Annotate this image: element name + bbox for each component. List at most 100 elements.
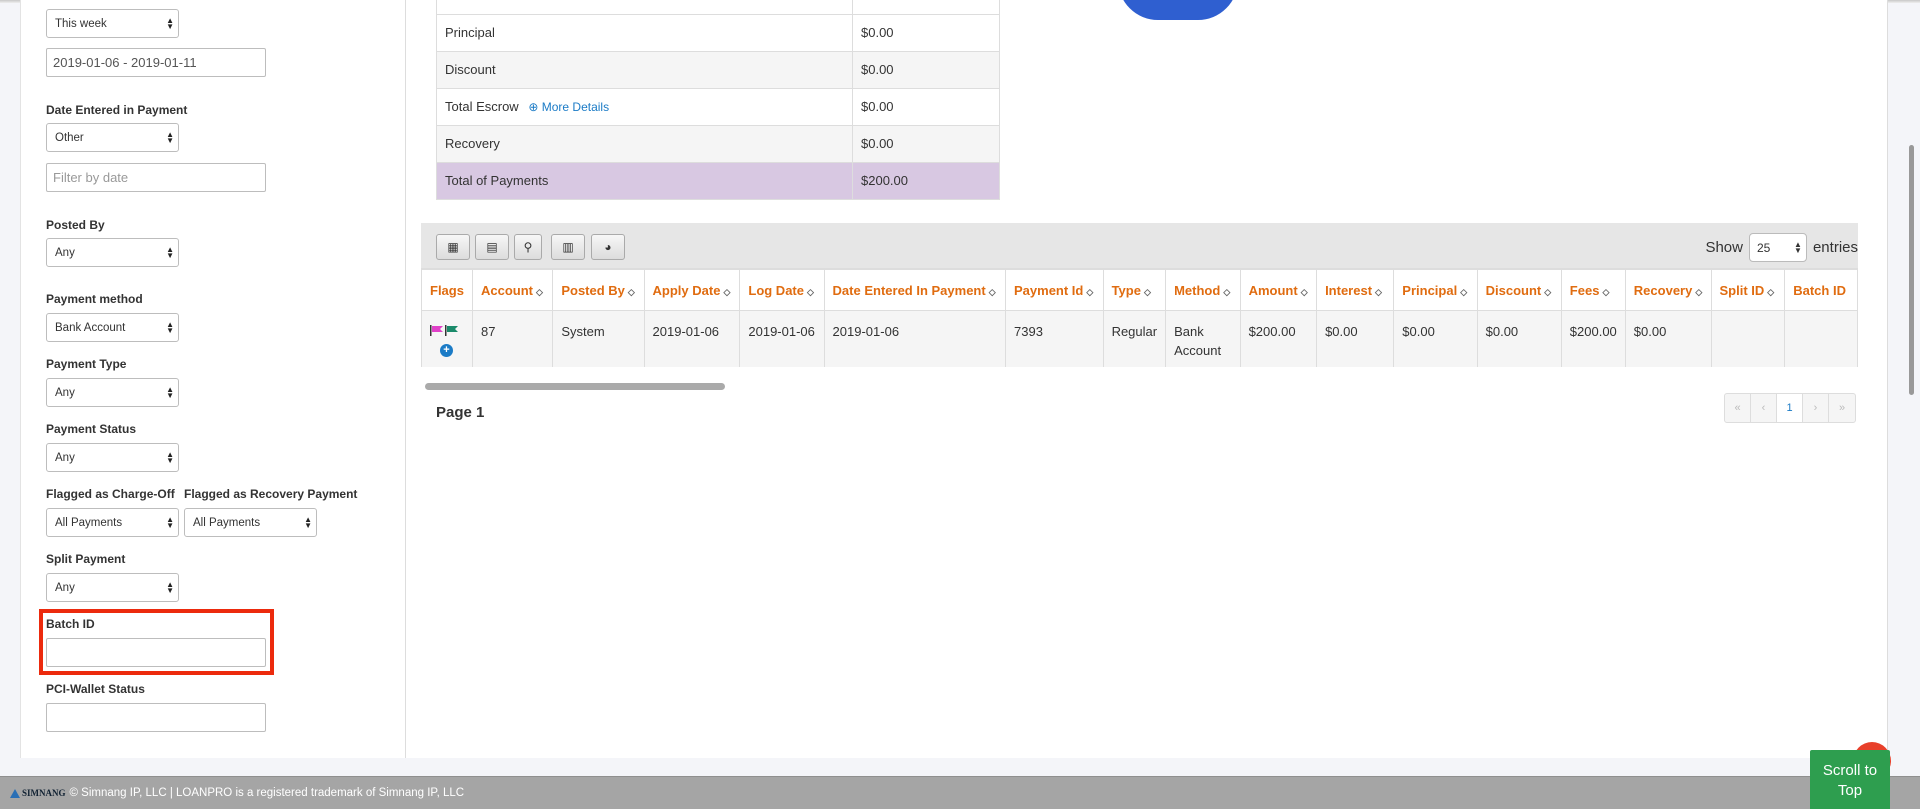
cell-fees: $200.00 — [1560, 310, 1626, 367]
col-flags[interactable]: Flags — [421, 269, 473, 311]
logo-text: SIMNANG — [22, 788, 66, 798]
flag-icon[interactable] — [445, 322, 459, 336]
payment-method-select[interactable]: Bank Account ▲ ▼ — [46, 313, 179, 342]
recovery-payment-select[interactable]: All Payments ▲ ▼ — [184, 508, 317, 537]
date-entered-label: Date Entered in Payment — [46, 103, 188, 117]
payment-type-select-value: Any — [55, 387, 75, 399]
summary-total-row: Total of Payments $200.00 — [436, 161, 1000, 200]
footer: SIMNANG © Simnang IP, LLC | LOANPRO is a… — [0, 776, 1920, 809]
page-1-button[interactable]: 1 — [1777, 394, 1803, 422]
grid-toolbar: ▦ ▤ ⚲ ▥ ◕ Show 25 ▲ ▼ entries — [421, 223, 1858, 269]
sort-icon: ◇ — [535, 286, 543, 297]
cell-discount: $0.00 — [1476, 310, 1562, 367]
select-arrows-icon: ▲ ▼ — [1794, 240, 1802, 255]
col-date-entered[interactable]: Date Entered In Payment ◇ — [823, 269, 1007, 311]
summary-row: Principal $0.00 — [436, 13, 1000, 52]
cell-batch-id — [1784, 310, 1858, 367]
first-page-button[interactable]: « — [1725, 394, 1751, 422]
cell-principal: $0.00 — [1393, 310, 1478, 367]
date-range-input[interactable]: 2019-01-06 - 2019-01-11 — [46, 48, 266, 77]
split-payment-select-value: Any — [55, 582, 75, 594]
entries-label: entries — [1812, 239, 1858, 256]
col-discount[interactable]: Discount ◇ — [1476, 269, 1562, 311]
col-principal[interactable]: Principal ◇ — [1393, 269, 1478, 311]
cell-apply-date: 2019-01-06 — [643, 310, 741, 367]
scroll-to-top-button[interactable]: Scroll to Top — [1810, 750, 1890, 809]
batch-id-label: Batch ID — [46, 617, 95, 631]
date-range-select[interactable]: This week ▲ ▼ — [46, 9, 179, 38]
sort-icon: ◇ — [627, 286, 635, 297]
payment-method-label: Payment method — [46, 292, 143, 306]
payments-grid: Flags Account ◇ Posted By ◇ Apply Date ◇ Lo… — [421, 269, 1858, 367]
payments-table: Flags Account ◇ Posted By ◇ Apply Date ◇ Lo… — [421, 269, 1858, 367]
summary-value: $200.00 — [852, 161, 1000, 200]
sort-icon: ◇ — [1143, 286, 1151, 297]
summary-label-cell: Total Escrow ⊕ More Details — [436, 87, 853, 126]
date-filter-input[interactable]: Filter by date — [46, 163, 266, 192]
posted-by-select-value: Any — [55, 247, 75, 259]
cell-method: Bank Account — [1165, 310, 1241, 367]
col-fees[interactable]: Fees ◇ — [1560, 269, 1626, 311]
date-range-select-value: This week — [55, 18, 107, 30]
payment-status-select-value: Any — [55, 452, 75, 464]
column-label: Type — [1111, 282, 1141, 298]
entries-select[interactable]: 25 ▲ ▼ — [1748, 233, 1807, 262]
summary-value: $0.00 — [852, 87, 1000, 126]
col-account[interactable]: Account ◇ — [471, 269, 554, 311]
map-marker-icon: ⚲ — [523, 240, 533, 254]
sort-icon: ◇ — [1695, 286, 1703, 297]
select-arrows-icon: ▲ ▼ — [166, 130, 174, 145]
book-view-button[interactable]: ▤ — [475, 234, 509, 260]
summary-label: Total of Payments — [436, 161, 853, 200]
sort-icon: ◇ — [1375, 286, 1382, 297]
col-posted-by[interactable]: Posted By ◇ — [552, 269, 645, 311]
flag-icon[interactable] — [430, 322, 444, 336]
column-label: Interest — [1325, 282, 1373, 298]
col-amount[interactable]: Amount ◇ — [1239, 269, 1318, 311]
sort-icon: ◇ — [1460, 286, 1468, 297]
pci-wallet-input[interactable] — [46, 703, 266, 732]
split-payment-select[interactable]: Any ▲ ▼ — [46, 573, 179, 602]
col-apply-date[interactable]: Apply Date ◇ — [643, 269, 741, 311]
last-page-button[interactable]: » — [1829, 394, 1855, 422]
page-label: Page 1 — [436, 404, 485, 421]
date-entered-select[interactable]: Other ▲ ▼ — [46, 123, 179, 152]
table-row[interactable]: + 87 System 2019-01-06 2019-01-06 2019-0… — [421, 310, 1858, 367]
prev-page-button[interactable]: ‹ — [1751, 394, 1777, 422]
posted-by-select[interactable]: Any ▲ ▼ — [46, 238, 179, 267]
logo-icon — [10, 788, 20, 798]
column-label: Posted By — [561, 282, 625, 298]
payment-type-select[interactable]: Any ▲ ▼ — [46, 378, 179, 407]
bar-chart-button[interactable]: ▥ — [551, 234, 585, 260]
col-recovery[interactable]: Recovery ◇ — [1624, 269, 1712, 311]
cell-account[interactable]: 87 — [471, 310, 554, 367]
sort-icon: ◇ — [1300, 286, 1308, 297]
horizontal-scrollbar[interactable] — [425, 383, 725, 390]
col-method[interactable]: Method ◇ — [1165, 269, 1241, 311]
vertical-scrollbar[interactable] — [1909, 145, 1914, 395]
add-flag-icon[interactable]: + — [440, 344, 453, 357]
column-label: Discount — [1485, 282, 1542, 298]
recovery-payment-select-value: All Payments — [193, 517, 261, 529]
next-page-button[interactable]: › — [1803, 394, 1829, 422]
charge-off-select[interactable]: All Payments ▲ ▼ — [46, 508, 179, 537]
column-label: Recovery — [1633, 282, 1693, 298]
col-interest[interactable]: Interest ◇ — [1316, 269, 1395, 311]
col-type[interactable]: Type ◇ — [1102, 269, 1167, 311]
col-payment-id[interactable]: Payment Id ◇ — [1005, 269, 1104, 311]
col-batch-id[interactable]: Batch ID — [1784, 269, 1858, 311]
col-log-date[interactable]: Log Date ◇ — [739, 269, 825, 311]
summary-row: Total Escrow ⊕ More Details $0.00 — [436, 87, 1000, 126]
table-header-row: Flags Account ◇ Posted By ◇ Apply Date ◇ Lo… — [421, 269, 1858, 311]
col-split-id[interactable]: Split ID ◇ — [1710, 269, 1786, 311]
select-arrows-icon: ▲ ▼ — [304, 515, 312, 530]
pie-chart-button[interactable]: ◕ — [591, 234, 625, 260]
map-view-button[interactable]: ⚲ — [514, 234, 542, 260]
cell-type: Regular — [1102, 310, 1167, 367]
table-view-button[interactable]: ▦ — [436, 234, 470, 260]
batch-id-input[interactable] — [46, 638, 266, 667]
column-label: Split ID — [1719, 282, 1765, 298]
more-details-link[interactable]: ⊕ More Details — [528, 100, 609, 114]
payment-status-select[interactable]: Any ▲ ▼ — [46, 443, 179, 472]
cell-recovery: $0.00 — [1624, 310, 1712, 367]
